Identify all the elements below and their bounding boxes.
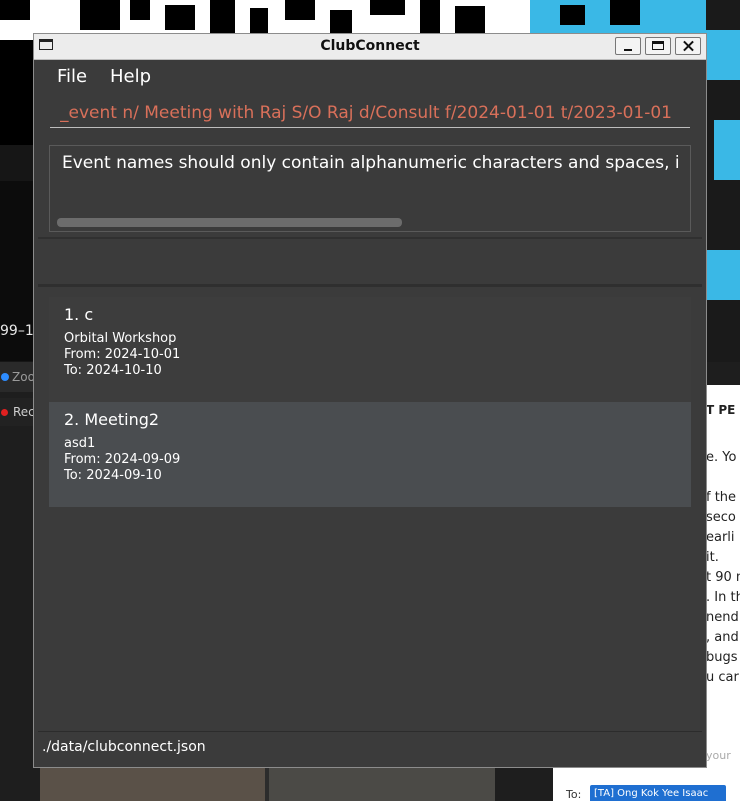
window-title: ClubConnect [320,38,420,54]
recording-chip: Rec [0,398,36,426]
event-to: To: 2024-09-10 [64,468,162,483]
event-card-selected[interactable]: 2. Meeting2 asd1 From: 2024-09-09 To: 20… [49,402,691,507]
chat-recipient-bar: To: [TA] Ong Kok Yee Isaac [553,768,740,801]
close-button[interactable] [675,37,701,55]
status-bar: ./data/clubconnect.json [38,731,702,763]
result-display: Event names should only contain alphanum… [49,145,691,232]
maximize-button[interactable] [645,37,671,55]
menu-file[interactable]: File [57,66,87,87]
command-box [38,92,702,138]
horizontal-scrollbar[interactable] [57,218,402,227]
command-input[interactable] [50,99,690,128]
video-thumbnails [40,768,495,801]
minimize-button[interactable] [615,37,641,55]
empty-panel [38,239,702,284]
event-from: From: 2024-10-01 [64,347,181,362]
wallpaper-art-right [706,0,740,362]
title-bar[interactable]: ClubConnect [34,34,706,60]
clubconnect-window: ClubConnect File Help Event names should… [33,33,707,768]
event-name: asd1 [64,436,96,451]
background-number: 99–1 [0,323,34,339]
menu-bar: File Help [38,60,702,92]
event-list: 1. c Orbital Workshop From: 2024-10-01 T… [38,287,702,731]
event-title: 1. c [64,305,94,324]
menu-help[interactable]: Help [110,66,151,87]
event-from: From: 2024-09-09 [64,452,181,467]
record-icon [1,409,8,416]
event-to: To: 2024-10-10 [64,363,162,378]
zoom-chip: Zoo [0,362,36,392]
event-title: 2. Meeting2 [64,410,160,429]
zoom-icon [1,373,9,381]
event-card[interactable]: 1. c Orbital Workshop From: 2024-10-01 T… [49,297,691,402]
event-name: Orbital Workshop [64,331,177,346]
recipient-dropdown[interactable]: [TA] Ong Kok Yee Isaac [590,785,726,801]
background-document: T PE e. Yo f the seco earli it. t 90 n .… [706,385,740,801]
result-message: Event names should only contain alphanum… [62,153,680,173]
data-file-path: ./data/clubconnect.json [42,739,206,755]
